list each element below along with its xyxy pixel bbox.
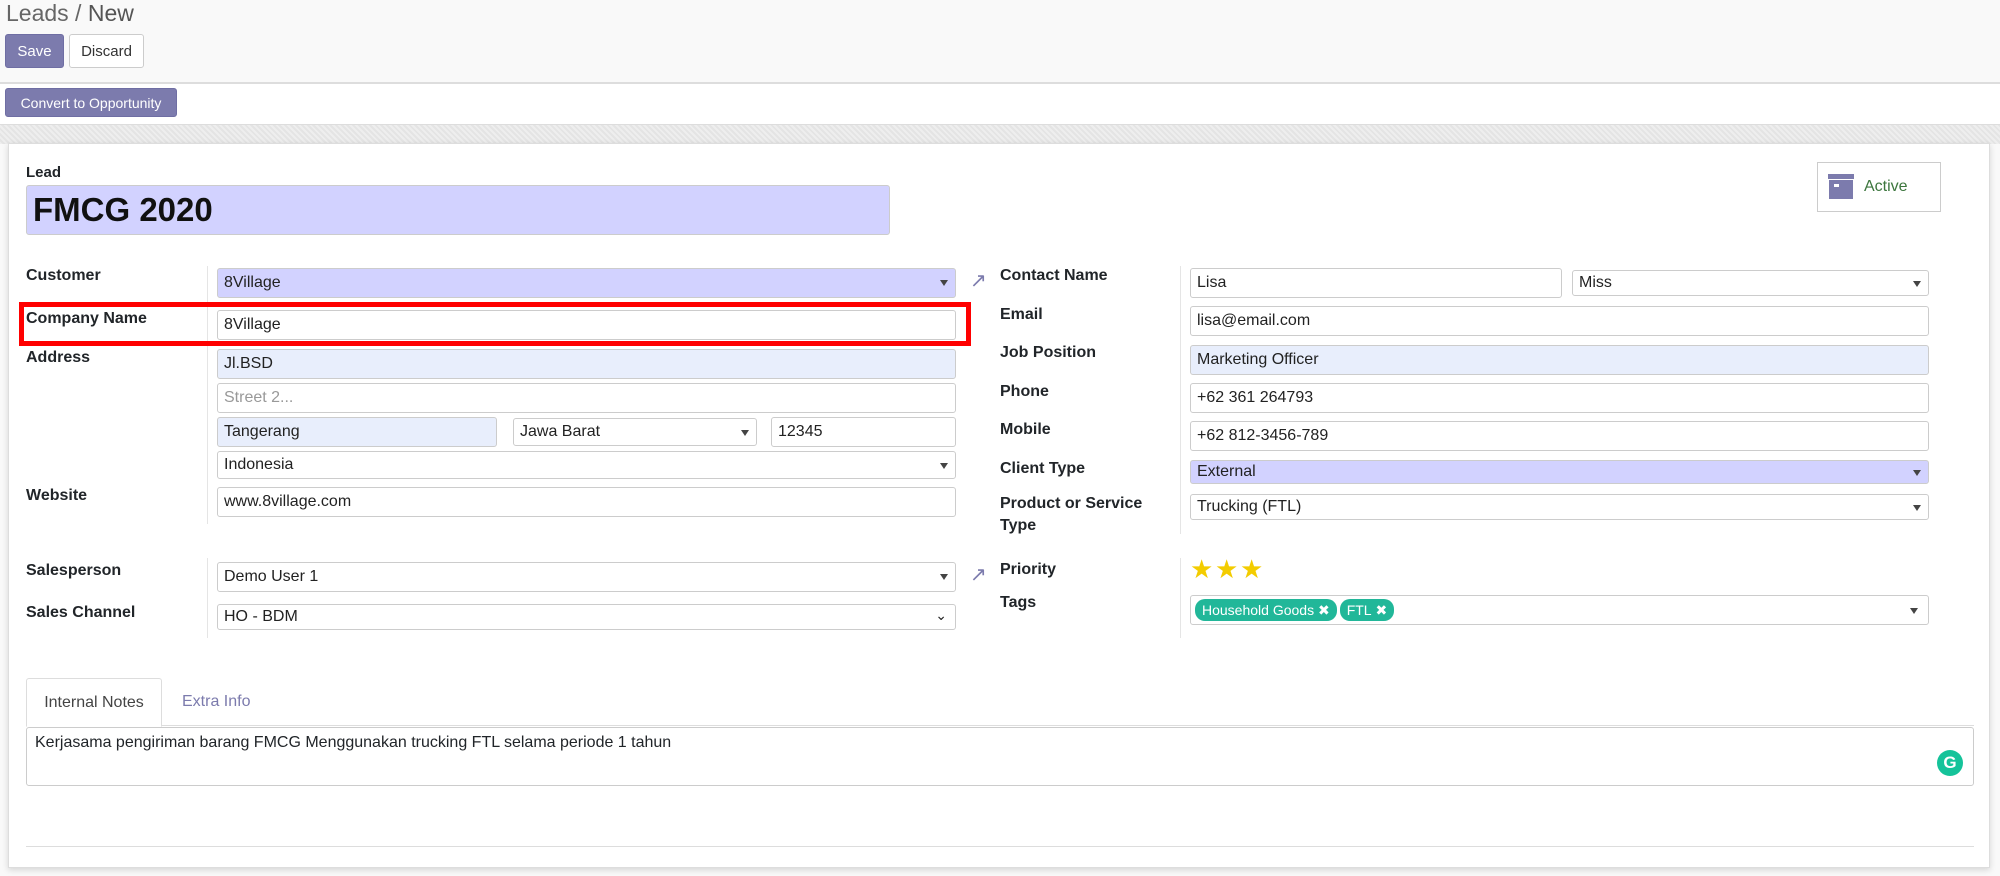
mobile-label: Mobile <box>1000 421 1051 438</box>
country-select[interactable]: Indonesia <box>217 451 956 479</box>
separator <box>207 558 208 638</box>
caret-down-icon <box>1913 470 1921 476</box>
divider <box>26 846 1974 847</box>
client-type-select[interactable]: External <box>1190 460 1929 484</box>
product-type-label: Product or Service Type <box>1000 495 1143 534</box>
active-label: Active <box>1864 178 1908 195</box>
highlight-box <box>19 302 971 346</box>
tab-border <box>26 725 1974 726</box>
discard-button[interactable]: Discard <box>69 34 144 68</box>
caret-down-icon <box>1913 505 1921 511</box>
priority-label: Priority <box>1000 561 1057 578</box>
email-label: Email <box>1000 306 1043 323</box>
contact-name-label: Contact Name <box>1000 267 1108 284</box>
external-link-icon[interactable]: ↗ <box>970 270 992 292</box>
city-input[interactable]: Tangerang <box>217 417 497 447</box>
save-button[interactable]: Save <box>5 34 64 68</box>
phone-label: Phone <box>1000 383 1049 400</box>
job-position-label: Job Position <box>1000 344 1096 361</box>
sales-channel-select[interactable]: HO - BDM ⌄ <box>217 604 956 630</box>
product-type-value: Trucking (FTL) <box>1197 498 1302 515</box>
external-link-icon[interactable]: ↗ <box>970 564 992 586</box>
caret-down-icon <box>1913 281 1921 287</box>
street2-input[interactable]: Street 2... <box>217 383 956 413</box>
tag-ftl: FTL ✖ <box>1339 599 1395 621</box>
state-select[interactable]: Jawa Barat <box>513 418 757 446</box>
caret-down-icon <box>940 280 948 286</box>
tag-label: Household Goods <box>1202 602 1315 618</box>
mobile-input[interactable]: +62 812-3456-789 <box>1190 421 1929 451</box>
priority-star-1[interactable]: ★ <box>1190 556 1213 582</box>
email-input[interactable]: lisa@email.com <box>1190 306 1929 336</box>
street-input[interactable]: Jl.BSD <box>217 349 956 379</box>
sheet-background <box>0 124 2000 144</box>
internal-notes-textarea[interactable]: Kerjasama pengiriman barang FMCG Menggun… <box>26 727 1974 786</box>
website-label: Website <box>26 487 88 504</box>
statusbar <box>0 84 2000 124</box>
active-toggle-button[interactable]: Active <box>1817 162 1941 212</box>
client-type-label: Client Type <box>1000 460 1086 477</box>
sales-channel-label: Sales Channel <box>26 604 136 621</box>
client-type-value: External <box>1197 463 1256 480</box>
remove-tag-icon[interactable]: ✖ <box>1375 602 1387 619</box>
country-value: Indonesia <box>224 456 294 473</box>
lead-title-input[interactable]: FMCG 2020 <box>26 185 890 235</box>
archive-icon <box>1828 174 1854 199</box>
breadcrumb-leads[interactable]: Leads <box>6 0 69 26</box>
breadcrumb-current: New <box>87 0 134 26</box>
tag-label: FTL <box>1346 602 1372 618</box>
job-position-input[interactable]: Marketing Officer <box>1190 345 1929 375</box>
zip-input[interactable]: 12345 <box>771 417 956 447</box>
tag-household-goods: Household Goods ✖ <box>1195 599 1337 621</box>
title-value: Miss <box>1579 274 1612 291</box>
priority-star-2[interactable]: ★ <box>1215 556 1238 582</box>
contact-name-input[interactable]: Lisa <box>1190 268 1562 298</box>
chevron-down-icon: ⌄ <box>935 607 947 623</box>
lead-label: Lead <box>26 164 62 181</box>
caret-down-icon <box>1910 608 1918 614</box>
salesperson-value: Demo User 1 <box>224 568 319 585</box>
separator <box>1180 266 1181 534</box>
salesperson-label: Salesperson <box>26 562 122 579</box>
grammarly-icon[interactable]: G <box>1937 750 1963 776</box>
customer-label: Customer <box>26 267 101 284</box>
breadcrumb: Leads / New <box>6 0 134 26</box>
tab-extra-info[interactable]: Extra Info <box>182 693 250 711</box>
product-type-select[interactable]: Trucking (FTL) <box>1190 494 1929 520</box>
tab-internal-notes[interactable]: Internal Notes <box>26 678 162 727</box>
tags-input[interactable]: Household Goods ✖ FTL ✖ <box>1190 595 1929 625</box>
caret-down-icon <box>940 463 948 469</box>
caret-down-icon <box>741 430 749 436</box>
convert-to-opportunity-button[interactable]: Convert to Opportunity <box>5 88 177 117</box>
title-select[interactable]: Miss <box>1572 270 1929 296</box>
remove-tag-icon[interactable]: ✖ <box>1318 602 1330 619</box>
phone-input[interactable]: +62 361 264793 <box>1190 383 1929 413</box>
caret-down-icon <box>940 574 948 580</box>
address-label: Address <box>26 349 91 366</box>
sales-channel-value: HO - BDM <box>224 608 298 625</box>
website-input[interactable]: www.8village.com <box>217 487 956 517</box>
priority-star-3[interactable]: ★ <box>1240 556 1263 582</box>
customer-value: 8Village <box>224 274 281 291</box>
customer-select[interactable]: 8Village <box>217 268 956 298</box>
salesperson-select[interactable]: Demo User 1 <box>217 562 956 592</box>
separator <box>1180 558 1181 638</box>
tags-label: Tags <box>1000 594 1037 611</box>
state-value: Jawa Barat <box>520 423 601 440</box>
